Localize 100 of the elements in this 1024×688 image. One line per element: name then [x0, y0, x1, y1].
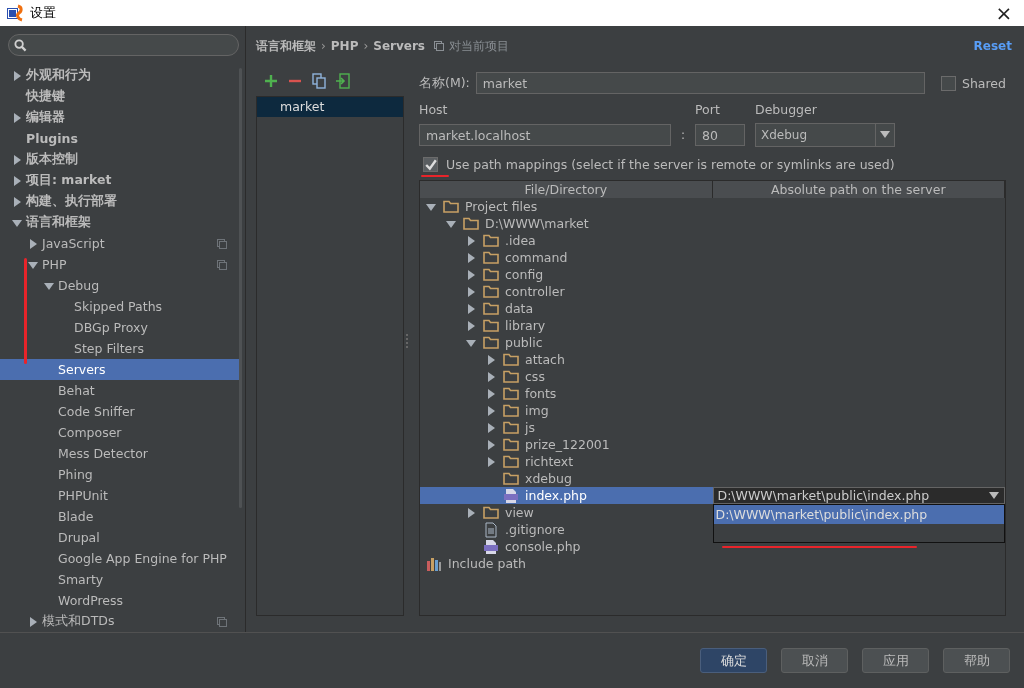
file-tree-item[interactable]: attach [420, 351, 713, 368]
sidebar-item[interactable]: Skipped Paths [0, 296, 239, 317]
search-field[interactable] [8, 34, 239, 56]
file-tree-item[interactable]: command [420, 249, 713, 266]
splitter-handle[interactable] [406, 334, 410, 348]
sidebar-item[interactable]: Composer [0, 422, 239, 443]
sidebar-item[interactable]: DBGp Proxy [0, 317, 239, 338]
sidebar-item[interactable]: PHP [0, 254, 239, 275]
file-tree-item[interactable]: Project files [420, 198, 713, 215]
collapsed-arrow-icon[interactable] [486, 405, 496, 416]
collapsed-arrow-icon[interactable] [466, 252, 476, 263]
file-tree-item[interactable]: index.php [420, 487, 713, 504]
dropdown-option[interactable]: D:\WWW\market\public\index.php [713, 505, 1004, 524]
file-tree-item[interactable]: .gitignore [420, 521, 713, 538]
expanded-arrow-icon[interactable] [466, 337, 476, 348]
sidebar-item[interactable]: Google App Engine for PHP [0, 548, 239, 569]
dropdown-arrow-icon[interactable] [989, 491, 999, 500]
file-tree-item[interactable]: richtext [420, 453, 713, 470]
import-icon[interactable] [336, 73, 350, 89]
server-item[interactable]: market [257, 97, 403, 117]
collapsed-arrow-icon[interactable] [12, 70, 22, 81]
collapsed-arrow-icon[interactable] [486, 388, 496, 399]
file-tree-item[interactable]: library [420, 317, 713, 334]
file-tree-item[interactable]: xdebug [420, 470, 713, 487]
collapsed-arrow-icon[interactable] [466, 269, 476, 280]
sidebar-item[interactable]: Servers [0, 359, 239, 380]
sidebar-item[interactable]: Mess Detector [0, 443, 239, 464]
collapsed-arrow-icon[interactable] [28, 616, 38, 627]
sidebar-item[interactable]: 语言和框架 [0, 212, 239, 233]
column-header[interactable]: File/Directory [420, 181, 713, 198]
close-button[interactable]: × [984, 0, 1024, 26]
expanded-arrow-icon[interactable] [44, 280, 54, 291]
sidebar-item[interactable]: JavaScript [0, 233, 239, 254]
collapsed-arrow-icon[interactable] [466, 286, 476, 297]
collapsed-arrow-icon[interactable] [12, 196, 22, 207]
collapsed-arrow-icon[interactable] [28, 238, 38, 249]
sidebar-item[interactable]: 构建、执行部署 [0, 191, 239, 212]
sidebar-item[interactable]: Behat [0, 380, 239, 401]
sidebar-item[interactable]: Blade [0, 506, 239, 527]
sidebar-item[interactable]: 项目: market [0, 170, 239, 191]
column-header[interactable]: Absolute path on the server [712, 181, 1005, 198]
dialog-button[interactable]: 帮助 [943, 648, 1010, 673]
dropdown-arrow-icon[interactable] [880, 131, 890, 139]
file-tree-item[interactable]: img [420, 402, 713, 419]
dialog-button[interactable]: 应用 [862, 648, 929, 673]
sidebar-item[interactable]: Code Sniffer [0, 401, 239, 422]
file-tree-item[interactable]: Include path [420, 555, 713, 572]
file-tree-item[interactable]: view [420, 504, 713, 521]
shared-checkbox[interactable] [941, 75, 956, 91]
sidebar-item[interactable]: Smarty [0, 569, 239, 590]
expanded-arrow-icon[interactable] [426, 201, 436, 212]
collapsed-arrow-icon[interactable] [466, 235, 476, 246]
file-tree-item[interactable]: css [420, 368, 713, 385]
expanded-arrow-icon[interactable] [12, 217, 22, 228]
sidebar-item[interactable]: 外观和行为 [0, 65, 239, 86]
file-tree-item[interactable]: js [420, 419, 713, 436]
sidebar-item[interactable]: Drupal [0, 527, 239, 548]
file-tree-item[interactable]: controller [420, 283, 713, 300]
collapsed-arrow-icon[interactable] [486, 371, 496, 382]
collapsed-arrow-icon[interactable] [466, 320, 476, 331]
expanded-arrow-icon[interactable] [28, 259, 38, 270]
sidebar-item[interactable]: 模式和DTDs [0, 611, 239, 632]
file-tree-item[interactable]: public [420, 334, 713, 351]
collapsed-arrow-icon[interactable] [466, 303, 476, 314]
file-tree-item[interactable]: .idea [420, 232, 713, 249]
sidebar-item[interactable]: 版本控制 [0, 149, 239, 170]
collapsed-arrow-icon[interactable] [486, 422, 496, 433]
server-path-dropdown[interactable]: D:\WWW\market\public\index.php [712, 487, 1005, 504]
dialog-button[interactable]: 确定 [700, 648, 767, 673]
use-path-mappings-checkbox[interactable] [423, 157, 438, 172]
expanded-arrow-icon[interactable] [446, 218, 456, 229]
file-tree-item[interactable]: prize_122001 [420, 436, 713, 453]
sidebar-item[interactable]: 快捷键 [0, 86, 239, 107]
add-icon[interactable] [264, 74, 278, 88]
sidebar-item[interactable]: Debug [0, 275, 239, 296]
reset-link[interactable]: Reset [973, 39, 1012, 53]
sidebar-item[interactable]: Phing [0, 464, 239, 485]
collapsed-arrow-icon[interactable] [486, 439, 496, 450]
sidebar-item[interactable]: 编辑器 [0, 107, 239, 128]
name-field[interactable]: market [475, 72, 925, 94]
debugger-dropdown[interactable]: Xdebug [755, 123, 895, 147]
file-tree-item[interactable]: console.php [420, 538, 713, 555]
collapsed-arrow-icon[interactable] [12, 154, 22, 165]
collapsed-arrow-icon[interactable] [486, 354, 496, 365]
collapsed-arrow-icon[interactable] [486, 456, 496, 467]
file-tree-item[interactable]: config [420, 266, 713, 283]
sidebar-item[interactable]: PHPUnit [0, 485, 239, 506]
port-field[interactable]: 80 [695, 124, 745, 146]
file-tree-item[interactable]: D:\WWW\market [420, 215, 713, 232]
file-tree-item[interactable]: fonts [420, 385, 713, 402]
collapsed-arrow-icon[interactable] [12, 112, 22, 123]
collapsed-arrow-icon[interactable] [466, 507, 476, 518]
sidebar-item[interactable]: Step Filters [0, 338, 239, 359]
sidebar-item[interactable]: WordPress [0, 590, 239, 611]
dialog-button[interactable]: 取消 [781, 648, 848, 673]
host-field[interactable]: market.localhost [419, 124, 671, 146]
collapsed-arrow-icon[interactable] [12, 175, 22, 186]
copy-icon[interactable] [312, 73, 326, 89]
file-tree-item[interactable]: data [420, 300, 713, 317]
sidebar-item[interactable]: Plugins [0, 128, 239, 149]
